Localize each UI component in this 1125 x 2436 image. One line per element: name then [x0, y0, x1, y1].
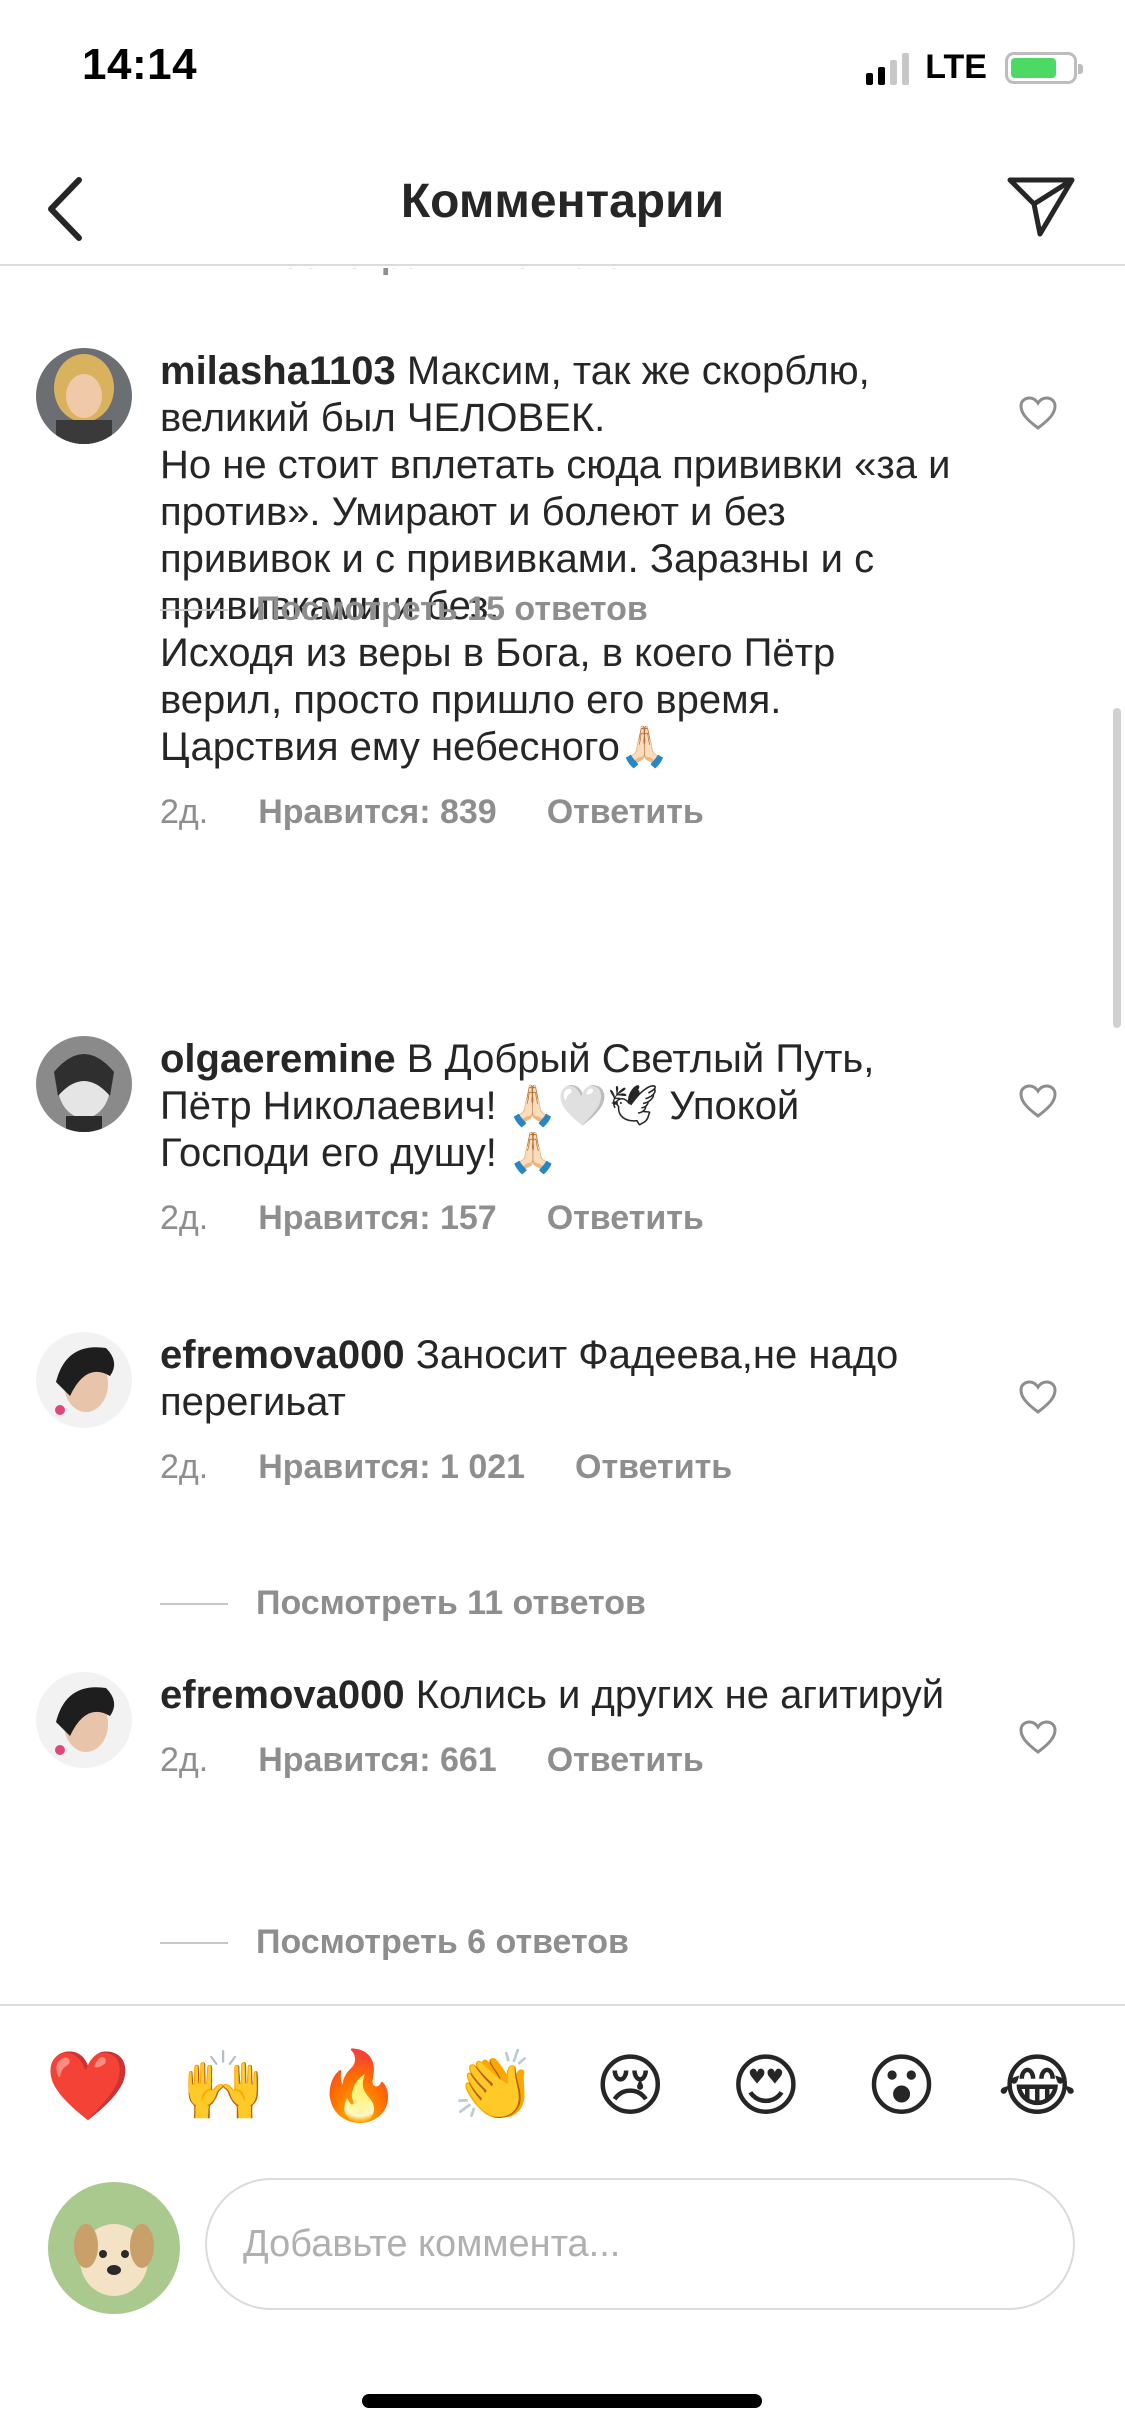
- avatar[interactable]: [36, 348, 132, 444]
- heart-eyes-emoji-button[interactable]: 😍: [721, 2047, 811, 2127]
- avatar[interactable]: [36, 1332, 132, 1428]
- comment-text: efremova000 Заносит Фадеева,не надо пере…: [160, 1332, 960, 1426]
- likes-count[interactable]: Нравится: 157: [258, 1199, 496, 1238]
- like-button[interactable]: [1013, 388, 1063, 438]
- comment-text: milasha1103 Максим, так же скорблю, вели…: [160, 348, 960, 771]
- status-indicators: LTE: [866, 48, 1083, 87]
- comments-list[interactable]: Посмотреть 11 ответов milasha1103 Максим…: [0, 268, 1125, 2004]
- raised-hands-emoji-button[interactable]: 🙌: [178, 2047, 268, 2127]
- quick-reactions-bar: ❤️ 🙌 🔥 👏 😢 😍 😮 😂: [0, 2004, 1125, 2168]
- reply-button[interactable]: Ответить: [547, 1199, 704, 1238]
- comment-input[interactable]: [205, 2178, 1075, 2310]
- page-title: Комментарии: [400, 175, 725, 228]
- view-replies-link[interactable]: Посмотреть 11 ответов: [160, 1584, 646, 1623]
- likes-count[interactable]: Нравится: 661: [258, 1741, 496, 1780]
- view-replies-link[interactable]: Посмотреть 15 ответов: [160, 590, 648, 629]
- heart-emoji-button[interactable]: ❤️: [43, 2047, 133, 2127]
- reply-button[interactable]: Ответить: [547, 1741, 704, 1780]
- comment-meta: 2д. Нравится: 839 Ответить: [160, 793, 960, 832]
- network-label: LTE: [925, 48, 987, 86]
- comment-meta: 2д. Нравится: 1 021 Ответить: [160, 1448, 960, 1487]
- comment-time: 2д.: [160, 1448, 209, 1486]
- heart-icon: [1019, 396, 1057, 430]
- battery-icon: [1005, 51, 1083, 84]
- comment-content: Максим, так же скорблю, великий был ЧЕЛО…: [160, 349, 951, 769]
- replies-divider: [160, 608, 228, 611]
- view-replies-label: Посмотреть 15 ответов: [256, 590, 648, 628]
- comment-username[interactable]: efremova000: [160, 1333, 405, 1377]
- replies-divider: [160, 1941, 228, 1944]
- header: Комментарии: [0, 150, 1125, 266]
- comment-meta: 2д. Нравится: 157 Ответить: [160, 1199, 960, 1238]
- view-replies-label: Посмотреть 6 ответов: [256, 1923, 629, 1961]
- comment-content: Колись и других не агитируй: [415, 1673, 945, 1717]
- signal-icon: [866, 51, 910, 85]
- view-replies-link[interactable]: Посмотреть 6 ответов: [160, 1923, 629, 1962]
- likes-count[interactable]: Нравится: 1 021: [258, 1448, 525, 1487]
- comment-composer: [0, 2168, 1125, 2328]
- laughing-emoji-button[interactable]: 😂: [992, 2047, 1082, 2127]
- comment-text: efremova000 Колись и других не агитируй: [160, 1672, 960, 1719]
- like-button[interactable]: [1013, 1372, 1063, 1422]
- comment-text: olgaeremine В Добрый Светлый Путь, Пётр …: [160, 1036, 960, 1177]
- reply-button[interactable]: Ответить: [575, 1448, 732, 1487]
- share-button[interactable]: [1001, 166, 1081, 246]
- fire-emoji-button[interactable]: 🔥: [314, 2047, 404, 2127]
- like-button[interactable]: [1013, 1712, 1063, 1762]
- avatar[interactable]: [36, 1672, 132, 1768]
- view-replies-link[interactable]: Посмотреть 11 ответов: [256, 268, 646, 277]
- comment-username[interactable]: milasha1103: [160, 349, 396, 393]
- home-indicator[interactable]: [362, 2394, 762, 2408]
- clap-emoji-button[interactable]: 👏: [450, 2047, 540, 2127]
- heart-icon: [1019, 1720, 1057, 1754]
- comment-time: 2д.: [160, 793, 209, 831]
- status-bar: 14:14 LTE: [0, 0, 1125, 140]
- comment-time: 2д.: [160, 1199, 209, 1237]
- reply-button[interactable]: Ответить: [547, 793, 704, 832]
- crying-emoji-button[interactable]: 😢: [585, 2047, 675, 2127]
- comment-meta: 2д. Нравится: 661 Ответить: [160, 1741, 960, 1780]
- comment-time: 2д.: [160, 1741, 209, 1779]
- paper-plane-icon: [1007, 177, 1075, 237]
- replies-divider: [160, 1602, 228, 1605]
- scrollbar[interactable]: [1113, 708, 1121, 1028]
- view-replies-label: Посмотреть 11 ответов: [256, 1584, 646, 1622]
- avatar[interactable]: [36, 1036, 132, 1132]
- heart-icon: [1019, 1084, 1057, 1118]
- likes-count[interactable]: Нравится: 839: [258, 793, 496, 832]
- current-user-avatar: [48, 2182, 180, 2314]
- comment-username[interactable]: efremova000: [160, 1673, 405, 1717]
- heart-icon: [1019, 1380, 1057, 1414]
- comment-username[interactable]: olgaeremine: [160, 1037, 396, 1081]
- like-button[interactable]: [1013, 1076, 1063, 1126]
- surprised-emoji-button[interactable]: 😮: [857, 2047, 947, 2127]
- status-time: 14:14: [82, 40, 198, 89]
